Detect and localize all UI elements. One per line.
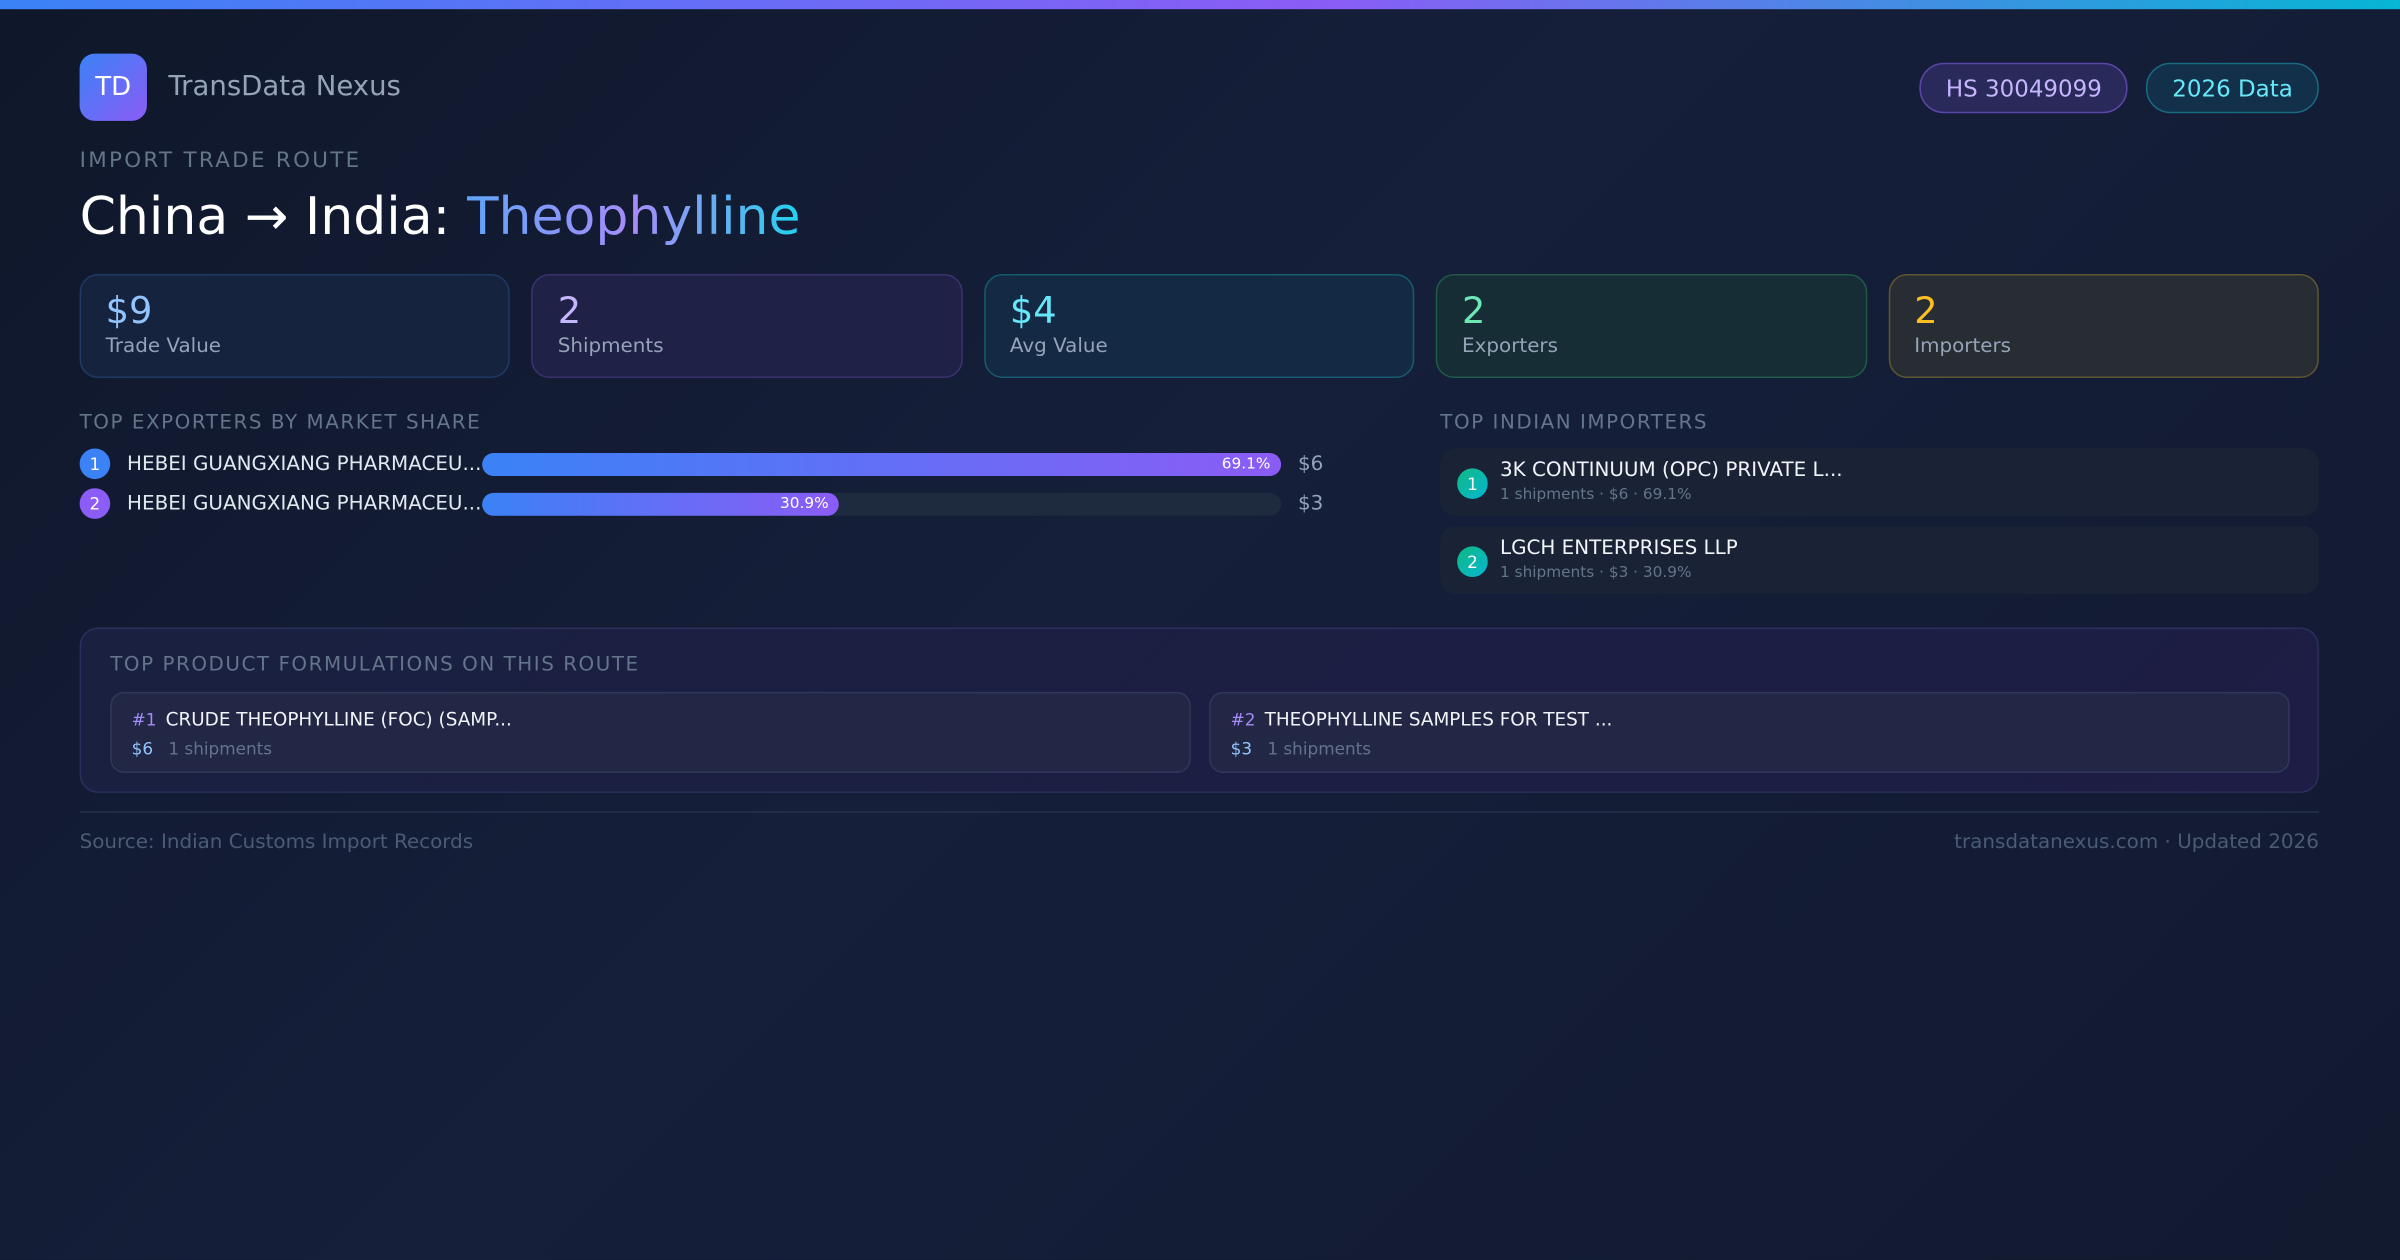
rank-badge: 2 (79, 488, 111, 519)
importer-meta: 1 shipments · $3 · 30.9% (1499, 564, 1692, 582)
eyebrow-label: IMPORT TRADE ROUTE (79, 148, 362, 173)
brand-name: TransData Nexus (168, 70, 401, 103)
rank-badge: 2 (1457, 546, 1488, 578)
importer-meta: 1 shipments · $6 · 69.1% (1499, 486, 1692, 504)
formulation-shipments: 1 shipments (168, 739, 273, 760)
formulation-name: THEOPHYLLINE SAMPLES FOR TEST ... (1264, 708, 1613, 731)
stat-importers: 2 Importers (1888, 273, 2319, 379)
logo[interactable]: TD (79, 53, 147, 121)
stat-exporters: 2 Exporters (1436, 273, 1867, 379)
formulation-shipments: 1 shipments (1267, 739, 1372, 760)
stat-value: 2 (557, 289, 582, 333)
share-label: 30.9% (780, 495, 829, 512)
exporter-name: HEBEI GUANGXIANG PHARMACEU... (127, 452, 482, 476)
formulation-value: $6 (131, 739, 154, 760)
stat-label: Exporters (1462, 335, 1558, 359)
exporter-name: HEBEI GUANGXIANG PHARMACEU... (127, 492, 482, 516)
exporter-value: $3 (1297, 492, 1324, 516)
formulation-card[interactable]: #2 THEOPHYLLINE SAMPLES FOR TEST ... $3 1 … (1209, 691, 2290, 773)
importers-heading: TOP INDIAN IMPORTERS (1440, 411, 1709, 435)
stat-label: Trade Value (105, 335, 222, 359)
route-text: China → India: (79, 186, 467, 248)
exporter-row[interactable]: 1 HEBEI GUANGXIANG PHARMACEU... 69.1% $6 (79, 448, 1335, 480)
formulation-value: $3 (1230, 739, 1253, 760)
stat-value: $9 (105, 289, 153, 333)
exporter-value: $6 (1297, 452, 1324, 476)
rank-badge: 1 (79, 448, 111, 480)
formulation-rank: #2 (1230, 710, 1256, 731)
stat-label: Shipments (557, 335, 664, 359)
footer-divider (79, 811, 2319, 813)
stat-label: Importers (1914, 335, 2012, 359)
hs-code-badge: HS 30049099 (1919, 62, 2128, 114)
share-bar-fill: 69.1% (482, 452, 1282, 476)
accent-bar (0, 0, 2400, 10)
formulations-panel: TOP PRODUCT FORMULATIONS ON THIS ROUTE #… (79, 627, 2319, 793)
source-note: Source: Indian Customs Import Records (79, 831, 474, 855)
site-link[interactable]: transdatanexus.com · Updated 2026 (1954, 831, 2319, 854)
importer-item[interactable]: 2 LGCH ENTERPRISES LLP 1 shipments · $3 … (1440, 526, 2319, 594)
formulation-rank: #1 (131, 710, 157, 731)
product-name: Theophylline (466, 186, 801, 248)
formulations-heading: TOP PRODUCT FORMULATIONS ON THIS ROUTE (110, 653, 640, 677)
share-bar-track: 30.9% (482, 492, 1282, 516)
formulation-card[interactable]: #1 CRUDE THEOPHYLLINE (FOC) (SAMP... $6 1 … (110, 691, 1191, 773)
rank-badge: 1 (1457, 468, 1488, 499)
importer-name: LGCH ENTERPRISES LLP (1499, 537, 1738, 561)
stat-label: Avg Value (1009, 335, 1108, 359)
stat-value: $4 (1009, 289, 1057, 333)
exporter-row[interactable]: 2 HEBEI GUANGXIANG PHARMACEU... 30.9% $3 (79, 488, 1335, 519)
stat-shipments: 2 Shipments (531, 273, 963, 379)
stat-value: 2 (1914, 289, 1938, 333)
badges: HS 30049099 2026 Data (1919, 62, 2319, 114)
importer-item[interactable]: 1 3K CONTINUUM (OPC) PRIVATE L... 1 ship… (1440, 448, 2319, 516)
stat-value: 2 (1462, 289, 1486, 333)
page-title: China → India: Theophylline (80, 187, 801, 248)
stat-avg-value: $4 Avg Value (983, 273, 1415, 379)
share-bar-track: 69.1% (482, 452, 1282, 476)
year-badge: 2026 Data (2146, 62, 2319, 114)
page: TD TransData Nexus HS 30049099 2026 Data… (0, 0, 2400, 1260)
formulation-name: CRUDE THEOPHYLLINE (FOC) (SAMP... (165, 708, 512, 731)
exporters-heading: TOP EXPORTERS BY MARKET SHARE (79, 411, 482, 435)
importer-name: 3K CONTINUUM (OPC) PRIVATE L... (1499, 459, 1843, 483)
stat-trade-value: $9 Trade Value (79, 273, 511, 379)
share-label: 69.1% (1221, 455, 1271, 473)
stats-row: $9 Trade Value 2 Shipments $4 Avg Value 2 Ex… (79, 273, 2319, 379)
share-bar-fill: 30.9% (482, 492, 840, 516)
